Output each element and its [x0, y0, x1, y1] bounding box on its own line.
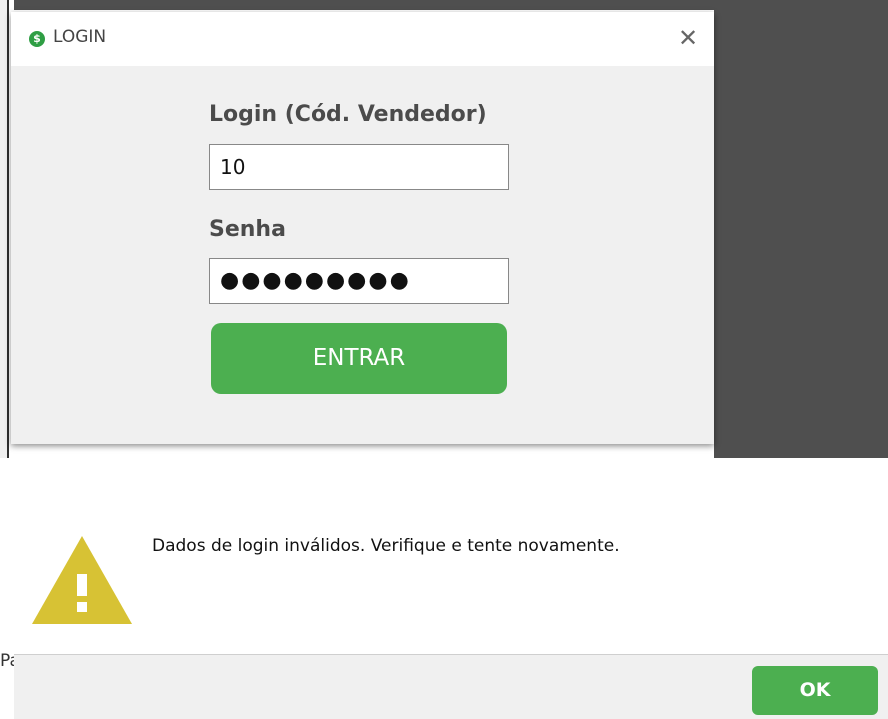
- ok-button[interactable]: OK: [752, 666, 878, 715]
- warning-icon: [32, 536, 132, 624]
- alert-message: Dados de login inválidos. Verifique e te…: [152, 536, 620, 556]
- background-partial-text: Pa: [0, 651, 14, 671]
- warning-exclamation-bar: [77, 574, 87, 596]
- password-label: Senha: [209, 217, 286, 242]
- login-label: Login (Cód. Vendedor): [209, 102, 487, 127]
- login-window: $ LOGIN ✕ Login (Cód. Vendedor) 10 Senha…: [11, 12, 714, 444]
- warning-exclamation-dot: [77, 602, 87, 612]
- close-icon[interactable]: ✕: [675, 26, 701, 52]
- login-code-input[interactable]: 10: [209, 144, 509, 190]
- login-titlebar: $ LOGIN ✕: [11, 12, 714, 66]
- app-dollar-icon: $: [29, 31, 45, 47]
- window-title: LOGIN: [53, 27, 107, 47]
- password-input[interactable]: ●●●●●●●●●: [209, 258, 509, 304]
- background-dark-area: [714, 0, 888, 458]
- entrar-button[interactable]: ENTRAR: [211, 323, 507, 394]
- left-window-edge: [0, 0, 9, 458]
